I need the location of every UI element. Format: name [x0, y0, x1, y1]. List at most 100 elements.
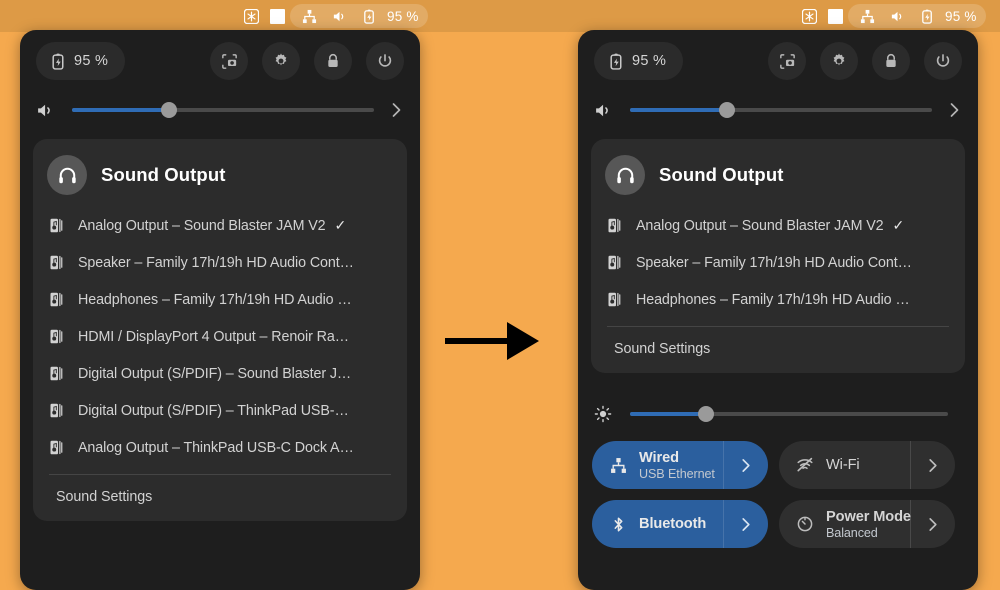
volume-icon[interactable]: [594, 101, 620, 120]
audio-output-icon: [49, 218, 69, 233]
volume-slider-row[interactable]: [578, 93, 978, 127]
top-bar-battery-percent-left: 95 %: [387, 8, 419, 24]
sound-settings-button[interactable]: Sound Settings: [33, 475, 407, 511]
list-item-label: Digital Output (S/PDIF) – Sound Blaster …: [78, 365, 352, 382]
screenshot-icon: [220, 52, 239, 71]
audio-output-icon: [607, 255, 627, 270]
chevron-right-icon[interactable]: [723, 500, 768, 548]
battery-percent-label: 95 %: [632, 53, 667, 69]
top-bar-status-pill-right[interactable]: 95 %: [848, 4, 986, 28]
volume-slider-knob[interactable]: [718, 102, 735, 118]
audio-output-icon: [607, 292, 627, 307]
screenshot-button[interactable]: [768, 42, 806, 80]
sound-output-title: Sound Output: [101, 164, 226, 185]
top-bar-left-indicators[interactable]: 95 %: [238, 0, 428, 32]
list-item-label: Speaker – Family 17h/19h HD Audio Cont…: [636, 254, 912, 271]
list-item[interactable]: HDMI / DisplayPort 4 Output – Renoir Ra…: [33, 318, 407, 355]
tile-bluetooth[interactable]: Bluetooth: [592, 500, 768, 548]
tile-bluetooth-main[interactable]: Bluetooth: [592, 500, 723, 548]
battery-charging-icon: [50, 53, 67, 70]
chevron-right-icon[interactable]: [388, 102, 404, 118]
lock-button[interactable]: [314, 42, 352, 80]
sound-output-header: Sound Output: [591, 151, 965, 199]
list-item[interactable]: Analog Output – ThinkPad USB-C Dock A…: [33, 429, 407, 466]
desktop-background: 95 % 95 % 95 % Sound Output Analog Outpu…: [0, 0, 1000, 590]
list-item-label: Analog Output – ThinkPad USB-C Dock A…: [78, 439, 354, 456]
wifi-disabled-icon: [794, 456, 816, 474]
audio-output-icon: [49, 403, 69, 418]
brightness-slider-row[interactable]: [578, 399, 978, 429]
list-item[interactable]: Speaker – Family 17h/19h HD Audio Cont…: [33, 244, 407, 281]
tile-power-mode-label: Power Mode: [826, 508, 911, 525]
battery-charging-icon: [915, 4, 939, 28]
tile-wired[interactable]: Wired USB Ethernet: [592, 441, 768, 489]
sound-output-title: Sound Output: [659, 164, 784, 185]
volume-icon: [885, 4, 909, 28]
snowflake-icon[interactable]: [238, 0, 264, 32]
volume-slider-track[interactable]: [72, 102, 374, 118]
settings-gear-icon: [272, 52, 290, 70]
audio-output-icon: [49, 329, 69, 344]
settings-button[interactable]: [262, 42, 300, 80]
list-item[interactable]: Speaker – Family 17h/19h HD Audio Cont…: [591, 244, 965, 281]
chevron-right-icon[interactable]: [910, 441, 955, 489]
power-button[interactable]: [924, 42, 962, 80]
volume-slider-row[interactable]: [20, 93, 420, 127]
headphones-icon: [605, 155, 645, 195]
list-item-label: Speaker – Family 17h/19h HD Audio Cont…: [78, 254, 354, 271]
lock-button[interactable]: [872, 42, 910, 80]
white-square-icon[interactable]: [822, 0, 848, 32]
brightness-slider-fill: [630, 412, 707, 416]
snowflake-icon[interactable]: [796, 0, 822, 32]
sound-settings-button[interactable]: Sound Settings: [591, 327, 965, 363]
audio-output-icon: [49, 292, 69, 307]
top-bar-battery-percent-right: 95 %: [945, 8, 977, 24]
list-item[interactable]: Digital Output (S/PDIF) – Sound Blaster …: [33, 355, 407, 392]
top-bar: 95 % 95 %: [0, 0, 1000, 32]
list-item[interactable]: Headphones – Family 17h/19h HD Audio …: [33, 281, 407, 318]
top-bar-right-indicators[interactable]: 95 %: [796, 0, 986, 32]
tile-power-mode[interactable]: Power Mode Balanced: [779, 500, 955, 548]
list-item-label: Analog Output – Sound Blaster JAM V2: [636, 217, 884, 234]
battery-charging-icon: [608, 53, 625, 70]
power-button[interactable]: [366, 42, 404, 80]
list-item[interactable]: Analog Output – Sound Blaster JAM V2 ✓: [591, 207, 965, 244]
power-mode-icon: [794, 515, 816, 533]
tile-bluetooth-label: Bluetooth: [639, 516, 707, 532]
chevron-right-icon[interactable]: [723, 441, 768, 489]
quick-settings-panel-before: 95 % Sound Output Analog Output – Sound …: [20, 30, 420, 590]
volume-icon[interactable]: [36, 101, 62, 120]
top-bar-status-pill-left[interactable]: 95 %: [290, 4, 428, 28]
sound-output-card: Sound Output Analog Output – Sound Blast…: [591, 139, 965, 373]
tile-power-mode-main[interactable]: Power Mode Balanced: [779, 500, 911, 548]
list-item[interactable]: Headphones – Family 17h/19h HD Audio …: [591, 281, 965, 318]
battery-status-button[interactable]: 95 %: [36, 42, 126, 80]
tile-power-mode-sublabel: Balanced: [826, 525, 878, 540]
battery-status-button[interactable]: 95 %: [594, 42, 684, 80]
chevron-right-icon[interactable]: [910, 500, 955, 548]
audio-output-icon: [49, 255, 69, 270]
power-icon: [376, 52, 394, 70]
tile-wired-sublabel: USB Ethernet: [639, 466, 715, 481]
settings-button[interactable]: [820, 42, 858, 80]
tile-wired-main[interactable]: Wired USB Ethernet: [592, 441, 723, 489]
brightness-slider-knob[interactable]: [698, 406, 715, 422]
tile-wifi[interactable]: Wi-Fi: [779, 441, 955, 489]
white-square-icon[interactable]: [264, 0, 290, 32]
screenshot-button[interactable]: [210, 42, 248, 80]
list-item[interactable]: Analog Output – Sound Blaster JAM V2 ✓: [33, 207, 407, 244]
list-item[interactable]: Digital Output (S/PDIF) – ThinkPad USB-…: [33, 392, 407, 429]
network-wired-icon: [607, 457, 629, 474]
list-item-label: Headphones – Family 17h/19h HD Audio …: [636, 291, 910, 308]
audio-output-icon: [607, 218, 627, 233]
chevron-right-icon[interactable]: [946, 102, 962, 118]
tile-wifi-main[interactable]: Wi-Fi: [779, 441, 910, 489]
quick-settings-header: 95 %: [20, 33, 420, 89]
sound-output-card: Sound Output Analog Output – Sound Blast…: [33, 139, 407, 521]
tile-wifi-label: Wi-Fi: [826, 457, 860, 473]
volume-slider-knob[interactable]: [160, 102, 177, 118]
lock-icon: [882, 52, 900, 70]
volume-slider-track[interactable]: [630, 102, 932, 118]
brightness-slider-track[interactable]: [630, 406, 948, 422]
network-wired-icon: [297, 4, 321, 28]
